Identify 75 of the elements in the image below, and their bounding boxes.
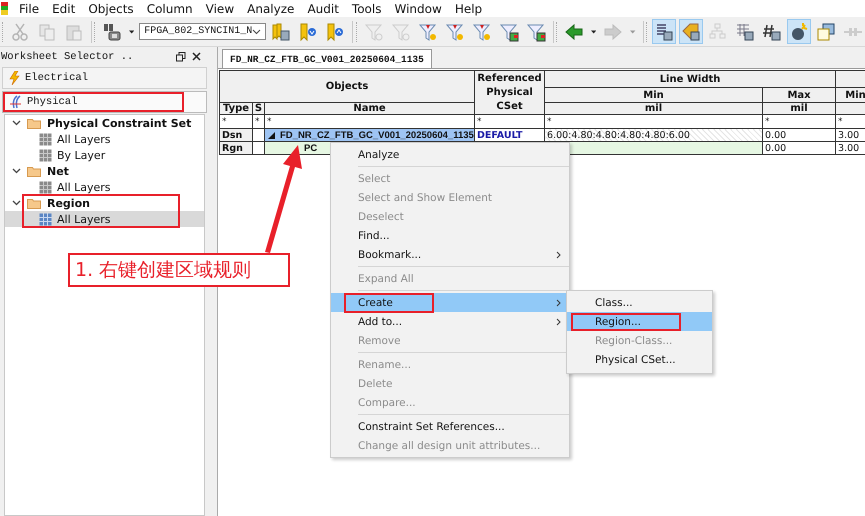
sheet-icon[interactable]: [652, 19, 676, 44]
close-icon[interactable]: [192, 52, 201, 61]
column-header: Max: [762, 88, 836, 102]
folder-icon: [27, 118, 41, 128]
filter-cell[interactable]: *: [836, 114, 865, 128]
menu-item[interactable]: Create: [331, 293, 569, 312]
caret-icon[interactable]: [128, 30, 134, 34]
menu-item[interactable]: Analyze: [331, 145, 569, 164]
menu-item[interactable]: View: [200, 2, 242, 16]
menu-item[interactable]: Help: [448, 2, 490, 16]
column-header: Line Width: [544, 70, 836, 88]
filter-cell[interactable]: *: [762, 114, 836, 128]
menu-item[interactable]: Window: [388, 2, 449, 16]
menu-item[interactable]: Class...: [567, 293, 712, 312]
expand-triangle-icon[interactable]: [268, 132, 275, 138]
layers-icon: [39, 180, 52, 194]
table-cell[interactable]: FD_NR_CZ_FTB_GC_V001_20250604_1135: [264, 128, 475, 142]
column-header: Type: [220, 102, 252, 114]
table-cell: Dsn: [220, 128, 252, 142]
column-header: Min: [836, 88, 865, 102]
column-header: Referenced Physical CSet: [474, 70, 545, 114]
trace-icon: [9, 95, 22, 109]
chevron-down-icon[interactable]: [12, 200, 21, 206]
menu-item[interactable]: Audit: [301, 2, 346, 16]
unit-header: mil: [544, 102, 763, 114]
layers-icon: [39, 132, 52, 146]
column-header: Objects: [220, 70, 475, 102]
caret-icon[interactable]: [590, 30, 596, 34]
bomb-icon[interactable]: [787, 19, 811, 44]
unit-header: mil: [762, 102, 836, 114]
tree-item[interactable]: Region: [5, 195, 204, 211]
folder-icon: [27, 166, 41, 176]
tree-item[interactable]: All Layers: [5, 179, 204, 195]
annotation-callout: 1. 右键创建区域规则: [68, 253, 290, 287]
sheet-tab[interactable]: FD_NR_CZ_FTB_GC_V001_20250604_1135: [222, 49, 432, 68]
tree-item[interactable]: All Layers: [5, 131, 204, 147]
net-dropdown[interactable]: FPGA_802_SYNCIN1_N: [139, 23, 266, 40]
menu-item[interactable]: Constraint Set References...: [331, 417, 569, 436]
worksheet-tab[interactable]: Electrical: [2, 67, 207, 89]
tag-icon[interactable]: [679, 19, 703, 44]
restore-icon[interactable]: [176, 52, 186, 62]
folder-icon: [27, 198, 41, 208]
tree-item[interactable]: By Layer: [5, 147, 204, 163]
chevron-down-icon[interactable]: [12, 120, 21, 126]
layers-icon: [39, 212, 52, 226]
table-cell: 3.00: [836, 128, 865, 142]
table-cell: 0.00: [762, 142, 836, 154]
worksheet-tab[interactable]: Physical: [2, 91, 207, 113]
filter-cell[interactable]: *: [474, 114, 545, 128]
menu-item[interactable]: Analyze: [241, 2, 302, 16]
menu-item[interactable]: Tools: [346, 2, 388, 16]
menu-item[interactable]: Find...: [331, 226, 569, 245]
column-header: Min: [544, 88, 763, 102]
panel-title: Worksheet Selector ..: [1, 50, 134, 62]
lightning-icon: [9, 71, 20, 85]
menu-item[interactable]: Region...: [567, 312, 712, 331]
app-icon: [1, 2, 8, 15]
tree-item[interactable]: All Layers: [5, 211, 204, 227]
menu-item[interactable]: Edit: [46, 2, 82, 16]
table-cell: Rgn: [220, 142, 252, 154]
menu-item[interactable]: Add to...: [331, 312, 569, 331]
table-cell: 3.00: [836, 142, 865, 154]
menu-item[interactable]: Column: [140, 2, 200, 16]
tree-item[interactable]: Physical Constraint Set: [5, 115, 204, 131]
tree-item[interactable]: Net: [5, 163, 204, 179]
filter-cell[interactable]: *: [252, 114, 264, 128]
chevron-down-icon[interactable]: [12, 168, 21, 174]
menu-item[interactable]: Objects: [82, 2, 141, 16]
table-cell: 0.00: [762, 128, 836, 142]
layers-icon: [39, 148, 52, 162]
menu-item[interactable]: Bookmark...: [331, 245, 569, 264]
menu-item[interactable]: File: [13, 2, 46, 16]
column-header: Name: [264, 102, 475, 114]
table-cell: 6.00:4.80:4.80:4.80:4.80:6.00: [544, 128, 763, 142]
menu-item[interactable]: Physical CSet...: [567, 350, 712, 369]
